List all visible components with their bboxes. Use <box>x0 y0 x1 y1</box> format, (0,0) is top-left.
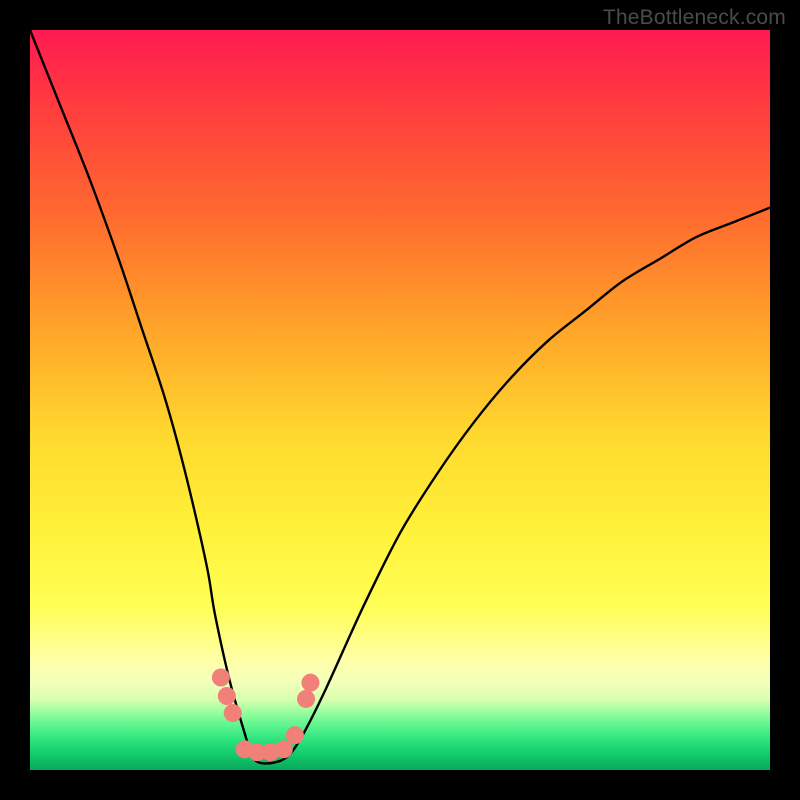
data-point-markers <box>212 669 320 762</box>
data-point-marker <box>297 690 315 708</box>
data-point-marker <box>286 726 304 744</box>
chart-frame: TheBottleneck.com <box>0 0 800 800</box>
chart-plot-area <box>30 30 770 770</box>
data-point-marker <box>301 674 319 692</box>
watermark-text: TheBottleneck.com <box>603 6 786 30</box>
bottleneck-curve <box>30 30 770 763</box>
chart-svg <box>30 30 770 770</box>
data-point-marker <box>275 740 293 758</box>
data-point-marker <box>224 704 242 722</box>
data-point-marker <box>218 687 236 705</box>
data-point-marker <box>212 669 230 687</box>
